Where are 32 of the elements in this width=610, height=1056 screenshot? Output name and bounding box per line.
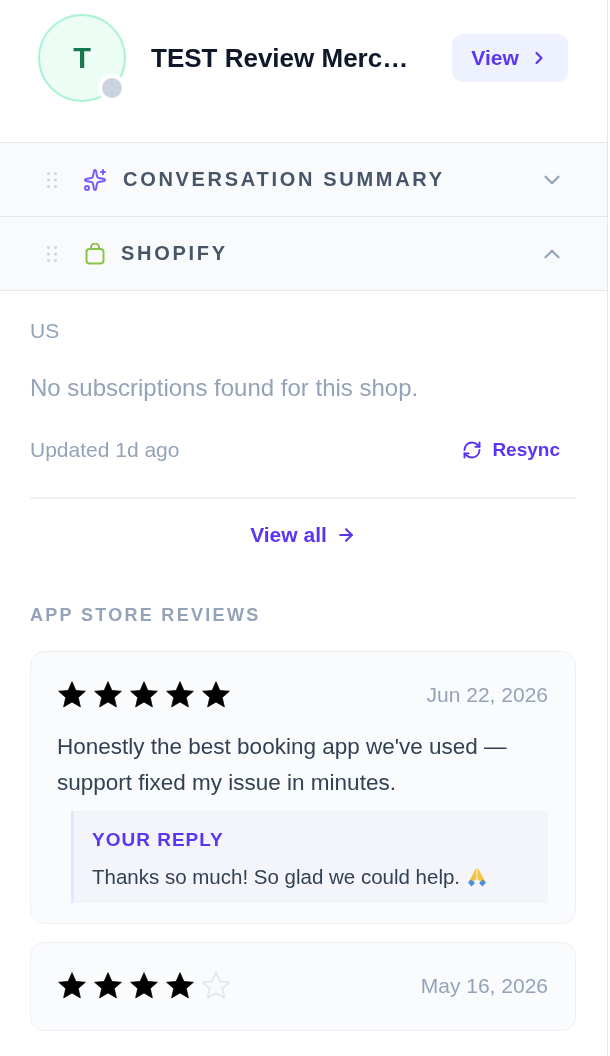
- review-date: May 16, 2026: [420, 973, 548, 998]
- empty-message: No subscriptions found for this shop.: [30, 374, 420, 402]
- resync-button[interactable]: Resync: [462, 438, 560, 462]
- shopping-bag-icon: [85, 242, 105, 265]
- section-heading: APP STORE REVIEWS: [30, 604, 262, 626]
- review-text: Honestly the best booking app we've used — support fixed my issue in minutes.: [57, 733, 508, 797]
- star-icon: [201, 680, 231, 709]
- drag-handle-icon[interactable]: [47, 171, 57, 188]
- review-date: Jun 22, 2026: [426, 682, 548, 707]
- drag-handle-icon[interactable]: [47, 245, 57, 262]
- star-icon: [93, 680, 123, 709]
- view-all-link[interactable]: View all: [250, 522, 356, 548]
- star-outline-icon: [201, 971, 231, 1000]
- praying-hands-icon: [466, 866, 489, 888]
- star-icon: [93, 971, 123, 1000]
- star-icon: [57, 680, 87, 709]
- sparkles-icon: [83, 167, 107, 192]
- country-text: US: [30, 319, 61, 343]
- star-icon: [129, 680, 159, 709]
- star-icon: [129, 971, 159, 1000]
- reply-text: Thanks so much! So glad we could help.: [92, 865, 461, 889]
- merchant-name: TEST Review Merc…: [151, 42, 410, 74]
- section-header[interactable]: CONVERSATION SUMMARY: [0, 143, 607, 217]
- star-icon: [57, 971, 87, 1000]
- star-icon: [165, 971, 195, 1000]
- section-header[interactable]: SHOPIFY: [0, 217, 607, 291]
- reply-label: YOUR REPLY: [92, 828, 225, 852]
- updated-time: Updated 1d ago: [30, 438, 180, 462]
- avatar: T: [38, 14, 126, 102]
- star-icon: [165, 680, 195, 709]
- refresh-icon: [462, 440, 483, 460]
- view-button[interactable]: View: [452, 34, 568, 82]
